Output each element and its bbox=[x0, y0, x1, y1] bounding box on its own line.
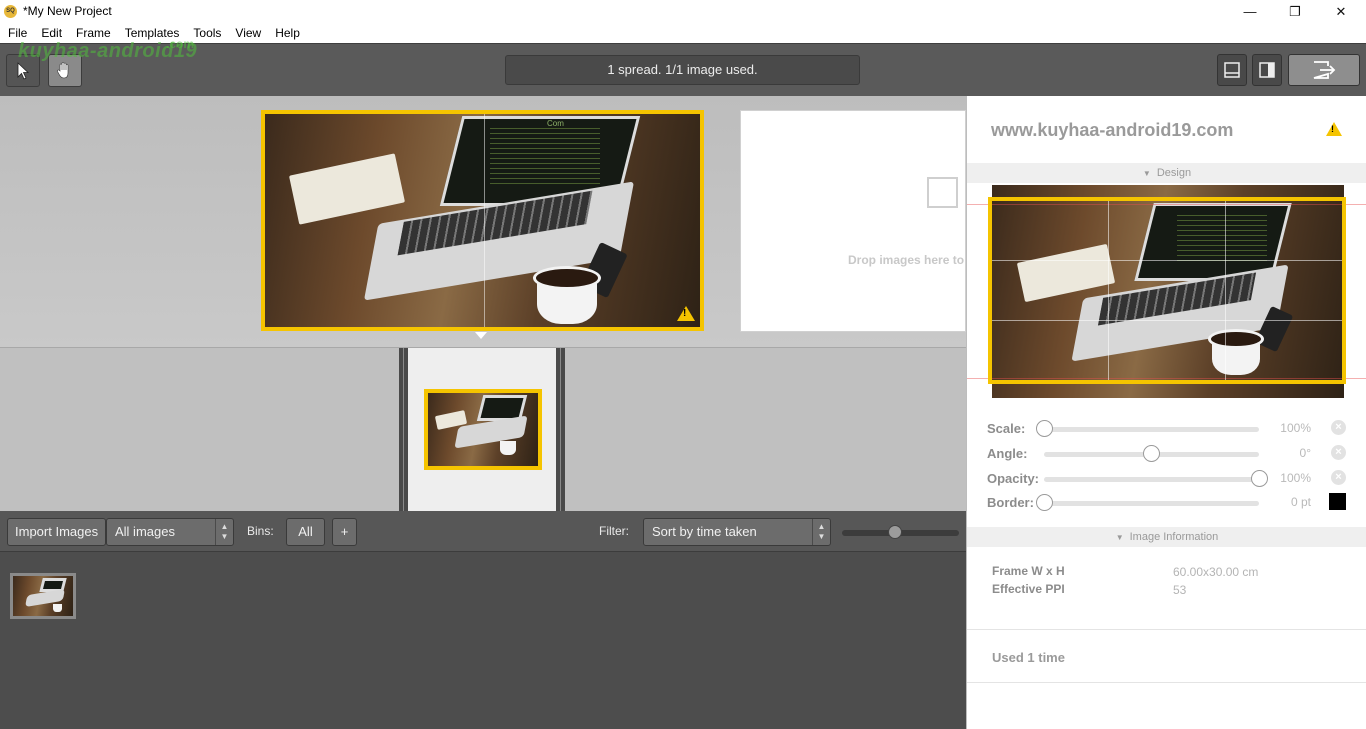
main-toolbar: kuyhaa-android19 .com 1 spread. 1/1 imag… bbox=[0, 37, 1366, 96]
minimize-button[interactable]: — bbox=[1227, 0, 1273, 23]
app-window: SQ *My New Project — ❐ ✕ File Edit Frame… bbox=[0, 0, 1366, 729]
filter-select[interactable]: Sort by time taken ▲ ▼ bbox=[643, 518, 831, 546]
hand-icon bbox=[57, 61, 69, 78]
low-resolution-warning-icon: ! bbox=[677, 306, 695, 321]
select-spinner-icon: ▲ ▼ bbox=[812, 519, 830, 545]
opacity-slider[interactable] bbox=[1044, 477, 1259, 482]
photo-laptop-desk: Com bbox=[265, 114, 700, 327]
image-info-header-label: Image Information bbox=[1129, 531, 1219, 543]
empty-page[interactable]: Drop images here to bbox=[740, 110, 966, 332]
opacity-value: 100% bbox=[1280, 471, 1311, 485]
window-title: *My New Project bbox=[23, 4, 112, 18]
collapse-triangle-icon: ▼ bbox=[1115, 533, 1124, 542]
reset-angle-icon[interactable]: × bbox=[1331, 445, 1346, 460]
panel-view-button[interactable] bbox=[1252, 54, 1282, 86]
opacity-slider-row: Opacity: 100% × bbox=[987, 469, 1347, 489]
crop-frame[interactable] bbox=[988, 197, 1346, 384]
export-button[interactable] bbox=[1288, 54, 1360, 86]
menu-view[interactable]: View bbox=[235, 23, 261, 43]
watermark-suffix: .com bbox=[166, 37, 195, 51]
collection-select-value: All images bbox=[115, 524, 175, 539]
design-section-header[interactable]: ▼ Design bbox=[967, 163, 1366, 183]
scale-value: 100% bbox=[1280, 421, 1311, 435]
border-slider[interactable] bbox=[1044, 501, 1259, 506]
arrow-pointer-icon bbox=[17, 61, 30, 80]
design-header-label: Design bbox=[1156, 167, 1192, 179]
panel-title: www.kuyhaa-android19.com bbox=[991, 120, 1234, 140]
effective-ppi-value: 53 bbox=[1173, 583, 1187, 597]
image-info-section-header[interactable]: ▼ Image Information bbox=[967, 527, 1366, 547]
add-bin-button[interactable]: + bbox=[332, 518, 357, 546]
reset-scale-icon[interactable]: × bbox=[1331, 420, 1346, 435]
border-value: 0 pt bbox=[1290, 495, 1311, 509]
side-panel-icon bbox=[1259, 62, 1275, 78]
menu-bar: File Edit Frame Templates Tools View Hel… bbox=[0, 23, 1366, 43]
status-display: 1 spread. 1/1 image used. bbox=[505, 55, 860, 85]
image-frame[interactable]: Com ! bbox=[261, 110, 704, 331]
effective-ppi-label: Effective PPI bbox=[992, 582, 1065, 596]
spread-thumbnail-image[interactable] bbox=[424, 389, 542, 470]
border-label: Border: bbox=[987, 495, 1034, 510]
frame-size-value: 60.00x30.00 cm bbox=[1173, 565, 1259, 579]
menu-help[interactable]: Help bbox=[275, 23, 300, 43]
close-button[interactable]: ✕ bbox=[1318, 0, 1364, 23]
frame-size-label: Frame W x H bbox=[992, 564, 1065, 578]
export-icon bbox=[1313, 61, 1336, 79]
scale-slider[interactable] bbox=[1044, 427, 1259, 432]
opacity-slider-knob[interactable] bbox=[1250, 470, 1268, 487]
collapse-triangle-icon: ▼ bbox=[1142, 169, 1151, 178]
menu-tools[interactable]: Tools bbox=[193, 23, 221, 43]
select-spinner-icon: ▲ ▼ bbox=[215, 519, 233, 545]
bin-image-thumbnail[interactable] bbox=[10, 573, 76, 619]
border-slider-knob[interactable] bbox=[1035, 494, 1053, 511]
image-bin-toolbar: Import Images All images ▲ ▼ Bins: All + … bbox=[0, 511, 966, 552]
scale-label: Scale: bbox=[987, 421, 1026, 436]
collection-select[interactable]: All images ▲ ▼ bbox=[106, 518, 234, 546]
spread-thumbnail-selected[interactable] bbox=[399, 348, 565, 512]
thumbnail-zoom-knob[interactable] bbox=[887, 525, 902, 539]
image-bin[interactable] bbox=[0, 552, 966, 729]
bins-label: Bins: bbox=[247, 524, 274, 538]
opacity-label: Opacity: bbox=[987, 471, 1040, 486]
restore-button[interactable]: ❐ bbox=[1272, 0, 1318, 23]
scale-slider-knob[interactable] bbox=[1035, 420, 1053, 437]
bottom-panel-icon bbox=[1224, 62, 1240, 78]
title-bar: SQ *My New Project — ❐ ✕ bbox=[0, 0, 1366, 23]
angle-value: 0° bbox=[1299, 446, 1311, 460]
layout-view-button[interactable] bbox=[1217, 54, 1247, 86]
bins-all-button[interactable]: All bbox=[286, 518, 325, 546]
border-slider-row: Border: 0 pt bbox=[987, 493, 1347, 513]
angle-slider-row: Angle: 0° × bbox=[987, 444, 1347, 464]
spread-pointer-icon bbox=[475, 332, 487, 339]
app-icon: SQ bbox=[4, 5, 17, 18]
screen-watermark: Com bbox=[547, 119, 564, 128]
angle-label: Angle: bbox=[987, 446, 1028, 461]
import-images-button[interactable]: Import Images bbox=[7, 518, 107, 546]
scale-slider-row: Scale: 100% × bbox=[987, 419, 1347, 439]
warning-icon: ! bbox=[1326, 122, 1342, 136]
properties-panel: www.kuyhaa-android19.com ! ▼ Design Scal… bbox=[966, 96, 1366, 729]
border-color-swatch[interactable] bbox=[1329, 493, 1346, 510]
drop-images-hint: Drop images here to bbox=[848, 253, 965, 267]
layout-canvas[interactable]: Com ! Drop images here to bbox=[0, 96, 966, 347]
filter-select-value: Sort by time taken bbox=[652, 524, 757, 539]
reset-opacity-icon[interactable]: × bbox=[1331, 470, 1346, 485]
spread-strip bbox=[0, 347, 966, 512]
usage-count: Used 1 time bbox=[992, 650, 1065, 665]
angle-slider-knob[interactable] bbox=[1143, 445, 1160, 462]
placeholder-frame-icon bbox=[927, 177, 958, 208]
filter-label: Filter: bbox=[599, 524, 629, 538]
